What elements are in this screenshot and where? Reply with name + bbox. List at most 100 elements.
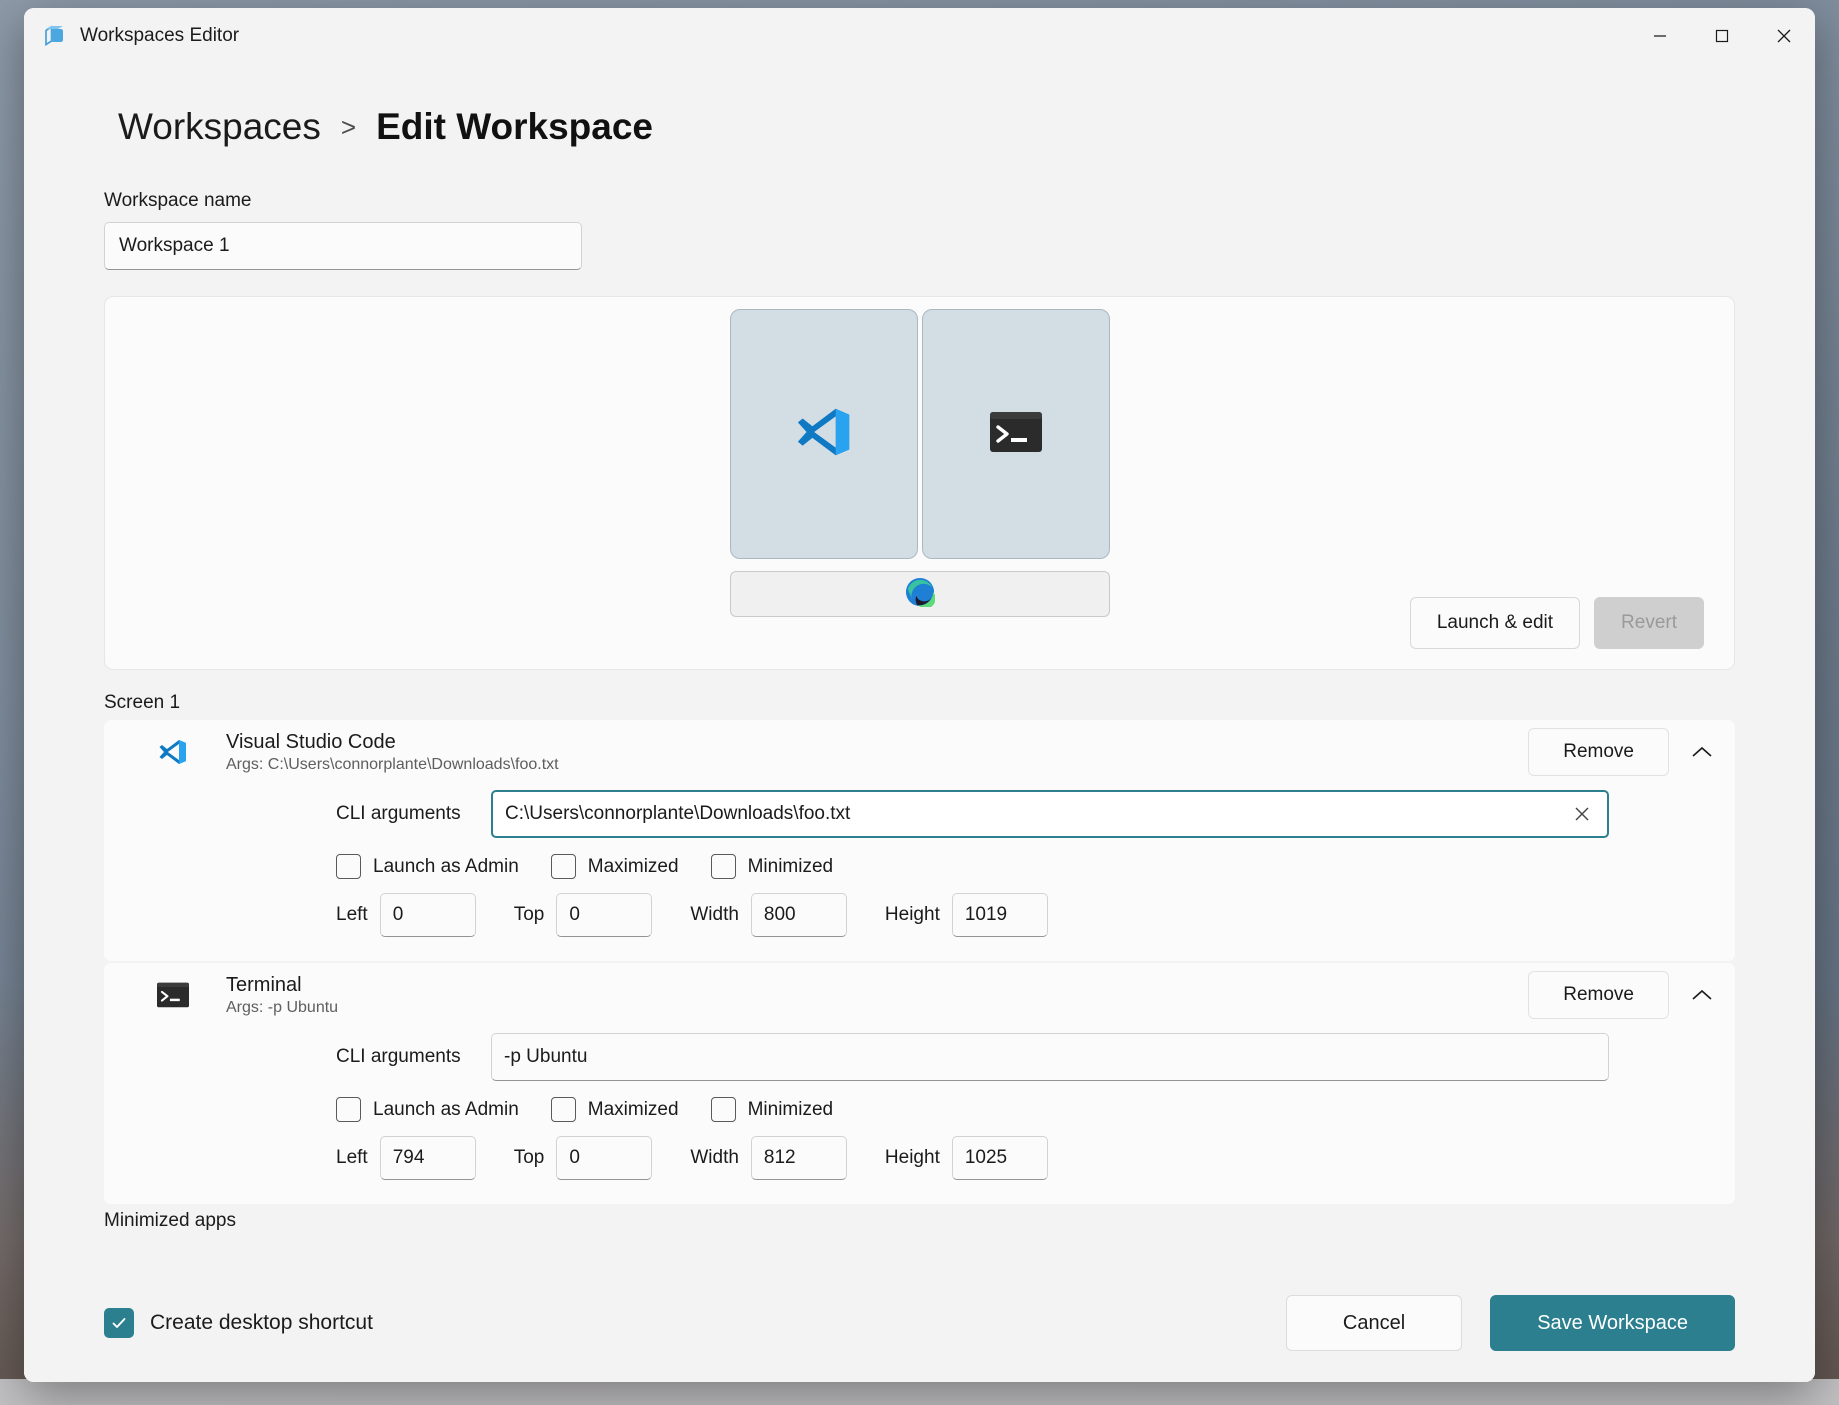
screen-label: Screen 1 bbox=[104, 692, 181, 713]
width-label: Width bbox=[690, 904, 739, 925]
checkbox-create-desktop-shortcut[interactable]: Create desktop shortcut bbox=[104, 1308, 373, 1338]
maximize-icon[interactable] bbox=[1691, 8, 1753, 64]
checkbox-label: Launch as Admin bbox=[373, 855, 519, 877]
cli-arguments-input[interactable] bbox=[491, 1033, 1609, 1081]
top-input[interactable] bbox=[556, 1136, 653, 1180]
checkbox-box bbox=[336, 1097, 361, 1122]
app-list: Visual Studio Code Args: C:\Users\connor… bbox=[104, 720, 1735, 1264]
checkbox-launch-as-admin[interactable]: Launch as Admin bbox=[336, 854, 519, 879]
width-input[interactable] bbox=[750, 1136, 847, 1180]
chevron-up-icon[interactable] bbox=[1669, 967, 1735, 1023]
terminal-icon bbox=[156, 978, 190, 1012]
checkbox-minimized[interactable]: Minimized bbox=[710, 1097, 834, 1122]
vscode-icon bbox=[793, 401, 855, 468]
cli-arguments-input[interactable] bbox=[491, 790, 1609, 838]
height-label: Height bbox=[884, 904, 940, 925]
checkbox-label: Launch as Admin bbox=[373, 1098, 519, 1120]
checkbox-box bbox=[336, 854, 361, 879]
os-taskbar bbox=[0, 1379, 1839, 1405]
app-title: Terminal bbox=[226, 973, 302, 996]
checkbox-label: Create desktop shortcut bbox=[150, 1311, 373, 1334]
workspace-name-label: Workspace name bbox=[104, 190, 252, 211]
cli-arguments-row: CLI arguments bbox=[104, 1027, 1735, 1091]
preview-window-terminal[interactable] bbox=[921, 309, 1110, 559]
footer-bar: Create desktop shortcut Cancel Save Work… bbox=[24, 1264, 1815, 1382]
checkbox-box-checked bbox=[104, 1308, 134, 1338]
checkbox-box bbox=[550, 1097, 576, 1122]
checkbox-label: Minimized bbox=[747, 855, 834, 877]
height-input[interactable] bbox=[951, 893, 1048, 937]
breadcrumb-current: Edit Workspace bbox=[376, 106, 653, 147]
app-args-summary: Args: -p Ubuntu bbox=[226, 998, 339, 1016]
left-label: Left bbox=[336, 904, 368, 925]
minimize-icon[interactable] bbox=[1629, 8, 1691, 64]
app-args-summary: Args: C:\Users\connorplante\Downloads\fo… bbox=[226, 755, 559, 773]
app-position-row: Left Top Width Height bbox=[104, 1128, 1735, 1190]
cli-input-wrap bbox=[491, 1033, 1609, 1081]
app-entry-vscode: Visual Studio Code Args: C:\Users\connor… bbox=[104, 720, 1735, 961]
chevron-up-icon[interactable] bbox=[1669, 724, 1735, 780]
cli-arguments-label: CLI arguments bbox=[336, 1046, 461, 1067]
monitor-preview bbox=[729, 309, 1110, 617]
close-icon[interactable] bbox=[1753, 8, 1815, 64]
save-workspace-button[interactable]: Save Workspace bbox=[1490, 1295, 1735, 1351]
top-label: Top bbox=[513, 1147, 545, 1168]
preview-taskbar bbox=[729, 571, 1110, 617]
app-entry-terminal: Terminal Args: -p Ubuntu Remove CLI argu… bbox=[104, 963, 1735, 1204]
checkbox-launch-as-admin[interactable]: Launch as Admin bbox=[336, 1097, 519, 1122]
preview-window-row bbox=[729, 309, 1110, 559]
checkbox-label: Maximized bbox=[587, 855, 679, 877]
breadcrumb: Workspaces > Edit Workspace bbox=[24, 64, 1815, 148]
workspaces-editor-window: Workspaces Editor Workspaces > Edit Work… bbox=[24, 8, 1815, 1382]
window-title: Workspaces Editor bbox=[80, 25, 240, 46]
remove-button[interactable]: Remove bbox=[1528, 728, 1669, 776]
layout-preview: Launch & edit Revert bbox=[104, 296, 1735, 670]
remove-button[interactable]: Remove bbox=[1528, 971, 1669, 1019]
left-input[interactable] bbox=[379, 1136, 476, 1180]
left-input[interactable] bbox=[379, 893, 476, 937]
checkbox-box bbox=[550, 854, 576, 879]
workspace-name-input[interactable] bbox=[104, 222, 582, 270]
app-header[interactable]: Visual Studio Code Args: C:\Users\connor… bbox=[104, 720, 1735, 784]
caption-buttons bbox=[1629, 8, 1815, 64]
width-input[interactable] bbox=[750, 893, 847, 937]
app-body: CLI arguments Launch as Admin bbox=[104, 784, 1735, 961]
app-flags-row: Launch as Admin Maximized Minimized bbox=[104, 1091, 1735, 1128]
app-title: Visual Studio Code bbox=[226, 730, 396, 753]
cli-arguments-label: CLI arguments bbox=[336, 803, 461, 824]
editor-content: Workspaces > Edit Workspace Workspace na… bbox=[24, 64, 1815, 1382]
launch-and-edit-button[interactable]: Launch & edit bbox=[1409, 597, 1581, 649]
edge-icon bbox=[905, 577, 936, 612]
checkbox-label: Minimized bbox=[747, 1098, 834, 1120]
vscode-icon bbox=[156, 735, 190, 769]
left-label: Left bbox=[336, 1147, 368, 1168]
footer-actions: Cancel Save Workspace bbox=[1285, 1295, 1735, 1351]
breadcrumb-workspaces[interactable]: Workspaces bbox=[118, 106, 321, 148]
height-input[interactable] bbox=[951, 1136, 1048, 1180]
clear-icon[interactable] bbox=[1565, 797, 1599, 831]
app-meta: Visual Studio Code Args: C:\Users\connor… bbox=[226, 730, 559, 775]
preview-actions: Launch & edit Revert bbox=[1409, 597, 1704, 649]
checkbox-box bbox=[710, 1097, 736, 1122]
app-header-actions: Remove bbox=[1528, 967, 1735, 1023]
title-bar: Workspaces Editor bbox=[24, 8, 1815, 64]
checkbox-maximized[interactable]: Maximized bbox=[550, 1097, 679, 1122]
revert-button[interactable]: Revert bbox=[1594, 597, 1704, 649]
workspaces-icon bbox=[42, 23, 68, 49]
cli-input-wrap bbox=[491, 790, 1609, 838]
checkbox-maximized[interactable]: Maximized bbox=[550, 854, 679, 879]
app-header[interactable]: Terminal Args: -p Ubuntu Remove bbox=[104, 963, 1735, 1027]
checkbox-box bbox=[710, 854, 736, 879]
app-flags-row: Launch as Admin Maximized Minimized bbox=[104, 848, 1735, 885]
cli-arguments-row: CLI arguments bbox=[104, 784, 1735, 848]
checkbox-minimized[interactable]: Minimized bbox=[710, 854, 834, 879]
height-label: Height bbox=[884, 1147, 940, 1168]
checkbox-label: Maximized bbox=[587, 1098, 679, 1120]
app-position-row: Left Top Width Height bbox=[104, 885, 1735, 947]
chevron-right-icon: > bbox=[340, 111, 357, 142]
app-body: CLI arguments Launch as Admin Maximized bbox=[104, 1027, 1735, 1204]
top-input[interactable] bbox=[556, 893, 653, 937]
top-label: Top bbox=[513, 904, 545, 925]
preview-window-vscode[interactable] bbox=[729, 309, 918, 559]
cancel-button[interactable]: Cancel bbox=[1285, 1295, 1463, 1351]
